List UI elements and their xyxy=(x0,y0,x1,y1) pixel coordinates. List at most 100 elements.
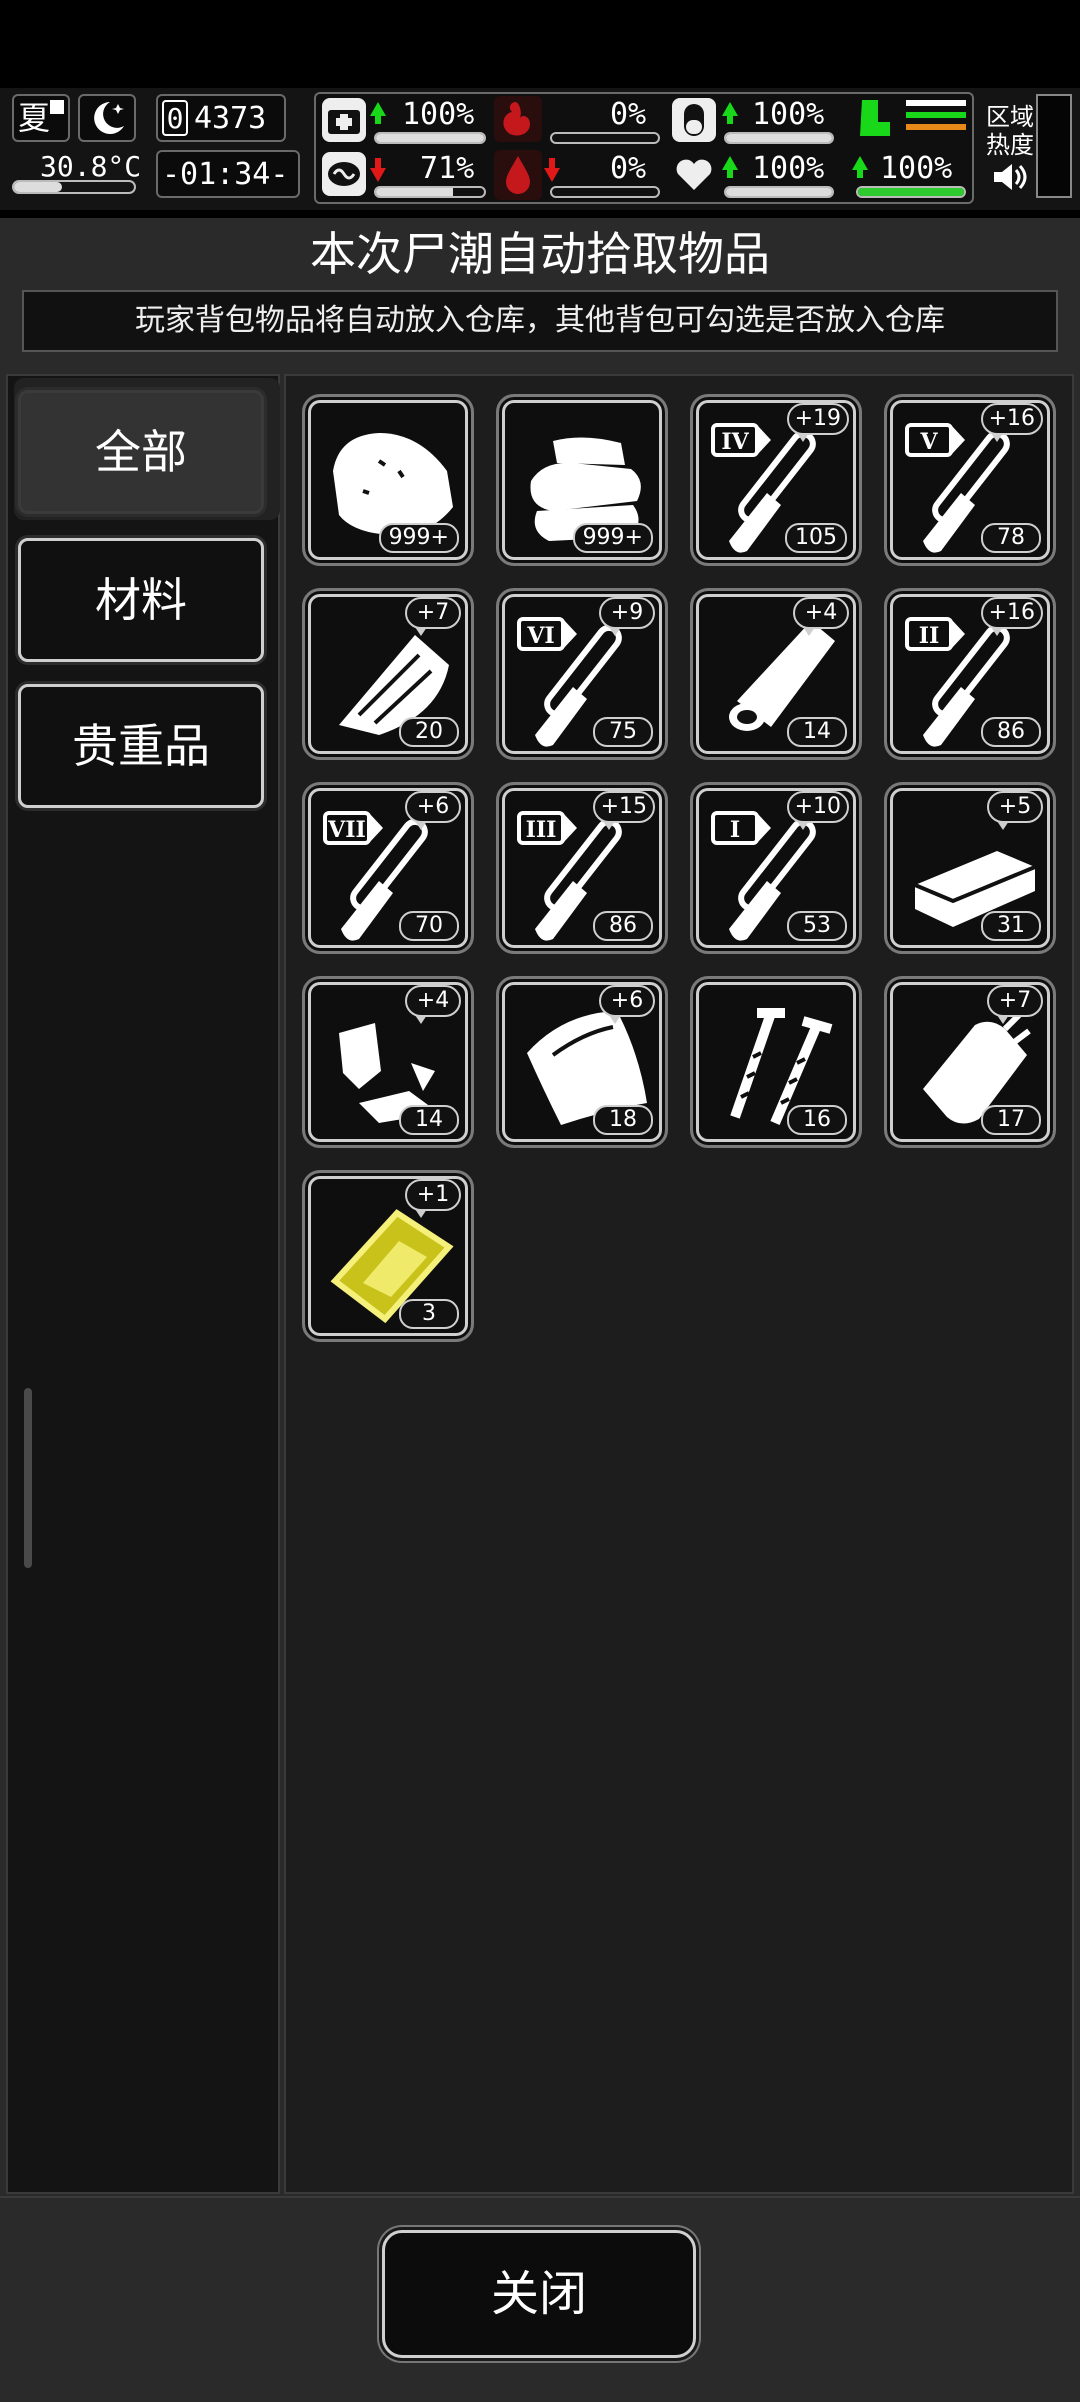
item-quantity-badge: 16 xyxy=(787,1105,847,1135)
roman-numeral: IV xyxy=(721,429,749,455)
clock: -01:34- xyxy=(156,150,300,198)
item-tile[interactable]: VII +6 70 xyxy=(302,782,474,954)
roman-numeral: III xyxy=(526,817,557,843)
blood-bar xyxy=(550,186,660,198)
roman-numeral: V xyxy=(919,429,938,455)
item-quantity-badge: 14 xyxy=(399,1105,459,1135)
item-tile[interactable]: 999+ xyxy=(496,394,668,566)
item-gain-badge: +10 xyxy=(786,791,849,830)
item-quantity-badge: 999+ xyxy=(572,523,653,553)
item-quantity-badge: 3 xyxy=(399,1299,459,1329)
item-gain-badge: +16 xyxy=(980,403,1043,442)
item-tile[interactable]: +5 31 xyxy=(884,782,1056,954)
pill-up-arrow xyxy=(722,102,738,124)
stamina-value: 100% xyxy=(880,151,953,186)
item-tile[interactable]: +4 14 xyxy=(302,976,474,1148)
item-quantity-badge: 999+ xyxy=(378,523,459,553)
item-tile[interactable]: 999+ xyxy=(302,394,474,566)
roman-numeral: I xyxy=(730,817,740,843)
item-tile[interactable]: VI +9 75 xyxy=(496,588,668,760)
health-bar xyxy=(374,132,486,144)
blood-value: 0% xyxy=(610,151,647,186)
heart-icon xyxy=(672,152,716,196)
item-tile[interactable]: +7 20 xyxy=(302,588,474,760)
item-quantity-badge: 17 xyxy=(981,1105,1041,1135)
item-quantity-badge: 75 xyxy=(593,717,653,747)
item-gain-badge: +7 xyxy=(405,597,461,636)
stamina-up-arrow xyxy=(852,156,868,178)
tab-all[interactable]: 全部 xyxy=(18,390,264,514)
speaker-icon[interactable] xyxy=(990,160,1030,194)
close-button[interactable]: 关闭 xyxy=(382,2230,696,2358)
item-gain-badge: +15 xyxy=(592,791,655,830)
blood-down-arrow xyxy=(544,158,560,182)
page-title: 本次尸潮自动拾取物品 xyxy=(310,227,770,281)
item-gain-badge: +9 xyxy=(599,597,655,636)
item-gain-badge: +7 xyxy=(987,985,1043,1024)
sun-icon xyxy=(50,100,64,114)
health-up-arrow xyxy=(370,102,386,124)
item-quantity-badge: 86 xyxy=(981,717,1041,747)
roman-numeral: VII xyxy=(327,817,366,843)
brain-bar xyxy=(374,186,486,198)
item-quantity-badge: 105 xyxy=(785,523,847,553)
item-gain-badge: +4 xyxy=(793,597,849,636)
brain-value: 71% xyxy=(420,151,475,186)
heart-bar xyxy=(724,186,834,198)
pill-value: 100% xyxy=(752,97,825,132)
item-tile[interactable]: +4 14 xyxy=(690,588,862,760)
panel-subtitle: 玩家背包物品将自动放入仓库，其他背包可勾选是否放入仓库 xyxy=(22,290,1058,352)
area-heat-label-2: 热度 xyxy=(986,131,1034,159)
day-counter-value: 4373 xyxy=(194,101,267,136)
item-quantity-badge: 78 xyxy=(981,523,1041,553)
item-gain-badge: +6 xyxy=(599,985,655,1024)
day-counter: 0 4373 xyxy=(156,94,286,142)
moon-icon xyxy=(94,102,124,134)
item-tile[interactable]: +1 3 xyxy=(302,1170,474,1342)
item-tile[interactable]: +6 18 xyxy=(496,976,668,1148)
item-quantity-badge: 70 xyxy=(399,911,459,941)
roman-numeral: II xyxy=(919,623,940,649)
heart-up-arrow xyxy=(722,156,738,178)
roman-numeral: VI xyxy=(526,623,554,649)
area-heat-label-1: 区域 xyxy=(986,103,1034,131)
stamina-stripes-icon xyxy=(906,100,966,138)
item-quantity-badge: 53 xyxy=(787,911,847,941)
health-value: 100% xyxy=(402,97,475,132)
item-tile[interactable]: II +16 86 xyxy=(884,588,1056,760)
item-tile[interactable]: V +16 78 xyxy=(884,394,1056,566)
item-tile[interactable]: 16 xyxy=(690,976,862,1148)
area-heat-meter xyxy=(1036,94,1072,198)
tab-materials[interactable]: 材料 xyxy=(18,538,264,662)
temperature-readout: 30.8°C xyxy=(40,150,142,183)
blood-drop-icon xyxy=(494,150,542,200)
sidebar-scrollbar[interactable] xyxy=(24,1388,32,1568)
pill-bar xyxy=(724,132,834,144)
item-tile[interactable]: I +10 53 xyxy=(690,782,862,954)
season-badge: 夏 xyxy=(12,94,70,142)
status-hud: 夏 30.8°C 0 4373 -01:34- 100% 71% 0% 0% 1… xyxy=(0,88,1080,210)
clock-value: -01:34- xyxy=(162,157,289,192)
item-gain-badge: +1 xyxy=(405,1179,461,1218)
day-digit: 0 xyxy=(162,100,188,136)
item-gain-badge: +16 xyxy=(980,597,1043,636)
item-quantity-badge: 14 xyxy=(787,717,847,747)
pill-icon xyxy=(672,98,716,142)
item-quantity-badge: 86 xyxy=(593,911,653,941)
item-gain-badge: +19 xyxy=(786,403,849,442)
hunger-value: 0% xyxy=(610,97,647,132)
season-label: 夏 xyxy=(18,99,51,137)
item-tile[interactable]: III +15 86 xyxy=(496,782,668,954)
boot-icon xyxy=(852,96,896,142)
item-quantity-badge: 31 xyxy=(981,911,1041,941)
item-tile[interactable]: +7 17 xyxy=(884,976,1056,1148)
thermometer-icon xyxy=(12,180,136,194)
heart-value: 100% xyxy=(752,151,825,186)
item-gain-badge: +6 xyxy=(405,791,461,830)
tab-valuables[interactable]: 贵重品 xyxy=(18,684,264,808)
stomach-icon xyxy=(494,96,542,142)
item-tile[interactable]: IV +19 105 xyxy=(690,394,862,566)
item-quantity-badge: 20 xyxy=(399,717,459,747)
item-gain-badge: +5 xyxy=(987,791,1043,830)
moon-badge xyxy=(78,94,136,142)
